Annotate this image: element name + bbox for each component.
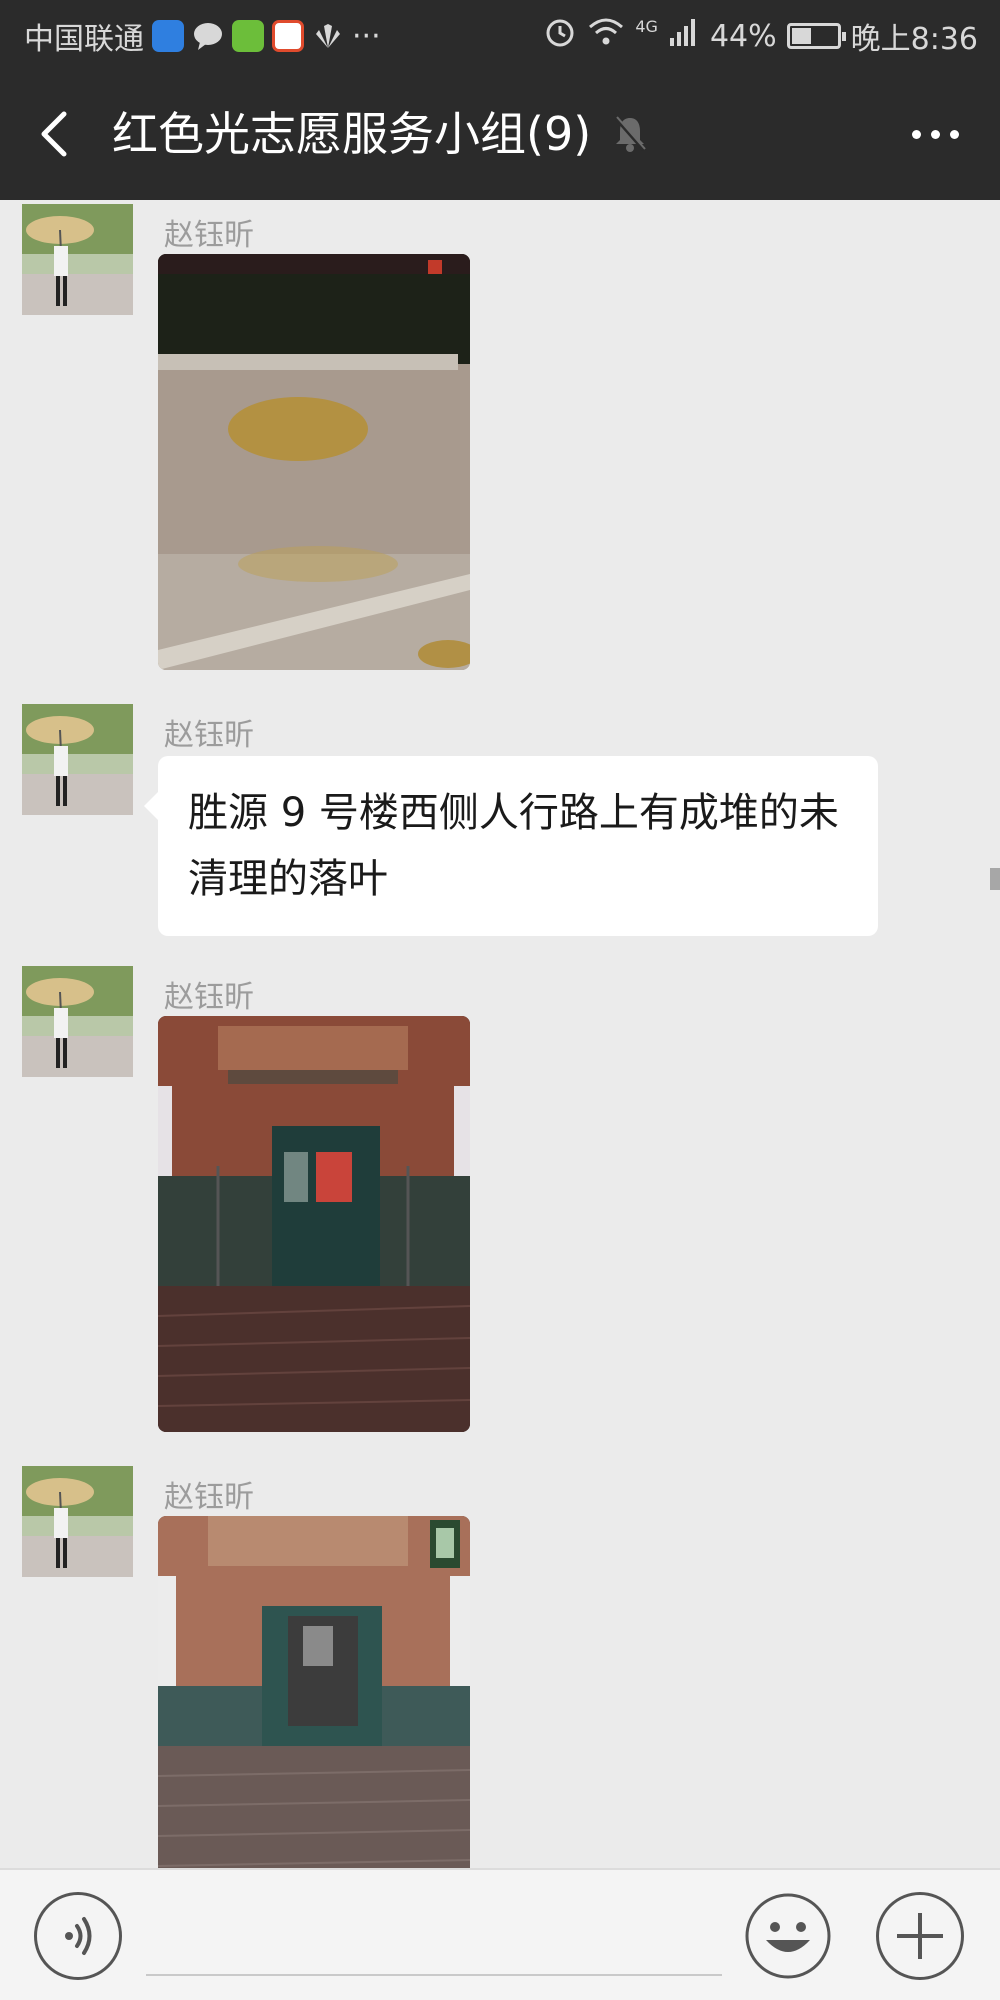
- avatar[interactable]: [22, 704, 133, 815]
- sender-name: 赵钰昕: [164, 218, 254, 253]
- sender-name: 赵钰昕: [164, 718, 254, 753]
- scrollbar-thumb[interactable]: [990, 868, 1000, 890]
- battery-icon: [786, 23, 846, 49]
- text-message-bubble[interactable]: 胜源 9 号楼西侧人行路上有成堆的未清理的落叶: [144, 756, 878, 936]
- emoji-button[interactable]: [744, 1892, 832, 1980]
- image-message[interactable]: [158, 1016, 470, 1432]
- avatar[interactable]: [22, 1466, 133, 1577]
- network-type: 4G: [635, 16, 658, 36]
- input-bar: [0, 1868, 1000, 2000]
- dot-icon: [930, 129, 940, 139]
- status-right: 4G 44% 晚上8:36: [543, 14, 978, 58]
- sender-name: 赵钰昕: [164, 1480, 254, 1515]
- shield-icon: [152, 20, 184, 52]
- avatar[interactable]: [22, 966, 133, 1077]
- more-notifications-dots: ···: [352, 18, 381, 54]
- plus-icon: [897, 1913, 943, 1959]
- dot-icon: [949, 129, 959, 139]
- carrier-label: 中国联通: [24, 22, 144, 57]
- avatar[interactable]: [22, 204, 133, 315]
- image-message[interactable]: [158, 1516, 470, 1868]
- huawei-icon: [312, 20, 344, 52]
- wifi-icon: [587, 16, 625, 56]
- status-bar: 中国联通 ··· 4G 44% 晚上8:36: [0, 0, 1000, 68]
- chat-area[interactable]: 赵钰昕 赵钰昕 胜源 9 号楼西侧人行路上有成堆的未清理的落叶 赵钰昕 赵钰昕: [0, 200, 1000, 1868]
- image-message[interactable]: [158, 254, 470, 670]
- bell-muted-icon: [612, 114, 648, 154]
- browser-icon: [272, 20, 304, 52]
- more-actions-button[interactable]: [876, 1892, 964, 1980]
- message-text: 胜源 9 号楼西侧人行路上有成堆的未清理的落叶: [188, 790, 839, 902]
- sender-name: 赵钰昕: [164, 980, 254, 1015]
- dot-icon: [911, 129, 921, 139]
- battery-percent: 44%: [709, 18, 777, 54]
- message-input[interactable]: [146, 1900, 722, 1976]
- chat-bubble-icon: [192, 20, 224, 52]
- clock: 晚上8:36: [850, 22, 978, 57]
- green-app-icon: [232, 20, 264, 52]
- alarm-icon: [543, 15, 577, 57]
- voice-input-button[interactable]: [34, 1892, 122, 1980]
- signal-icon: [668, 16, 700, 56]
- smiley-icon: [745, 1893, 831, 1979]
- voice-icon: [65, 1917, 92, 1955]
- chat-title[interactable]: 红色光志愿服务小组(9): [112, 104, 591, 164]
- chat-header: 红色光志愿服务小组(9): [0, 68, 1000, 200]
- chevron-left-icon: [41, 111, 67, 157]
- more-options-button[interactable]: [900, 108, 970, 160]
- status-left: 中国联通 ···: [24, 14, 381, 58]
- back-button[interactable]: [26, 102, 86, 166]
- battery-level: [791, 28, 811, 44]
